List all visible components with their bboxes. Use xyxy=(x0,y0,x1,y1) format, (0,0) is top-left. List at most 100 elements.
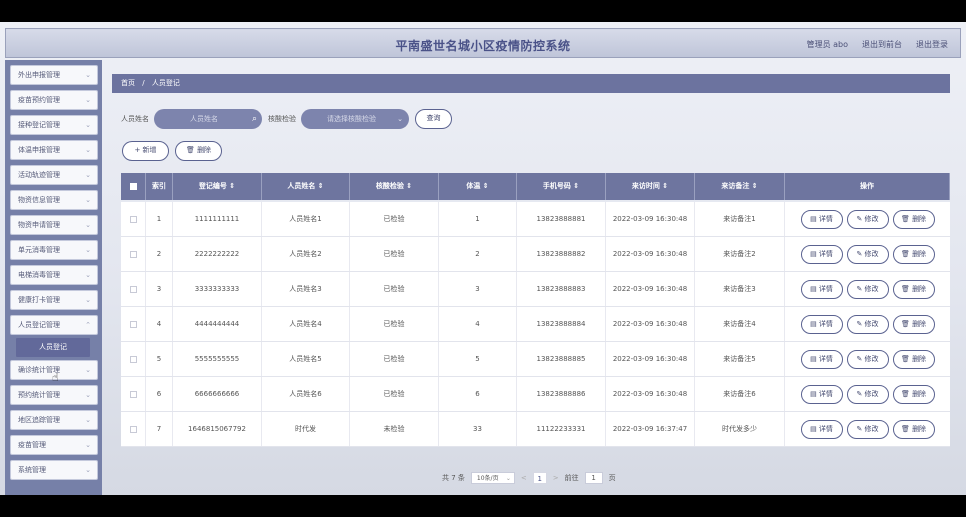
cell-person-name: 人员姓名1 xyxy=(262,202,350,236)
col-person-name[interactable]: 人员姓名 ⇕ xyxy=(262,173,350,200)
sidebar-item-region-tracking[interactable]: 地区追踪管理 ⌄ xyxy=(10,410,98,430)
row-delete-button[interactable]: 🗑 删除 xyxy=(892,280,935,299)
row-delete-button[interactable]: 🗑 删除 xyxy=(892,315,935,334)
top-header: 平南盛世名城小区疫情防控系统 管理员 abo 退出到前台 退出登录 xyxy=(5,28,961,58)
sidebar-item-booking-stats[interactable]: 预约统计管理 ⌄ xyxy=(10,385,98,405)
cell-temperature: 4 xyxy=(439,307,517,341)
cell-temperature: 1 xyxy=(439,202,517,236)
cell-phone: 13823888885 xyxy=(517,342,606,376)
edit-button[interactable]: ✎ 修改 xyxy=(846,385,889,404)
sidebar-item-supplies[interactable]: 物资信息管理 ⌄ xyxy=(10,190,98,210)
detail-button[interactable]: ▤ 详情 xyxy=(800,245,843,264)
pencil-icon: ✎ xyxy=(856,425,863,433)
row-delete-button[interactable]: 🗑 删除 xyxy=(892,420,935,439)
select-all-checkbox[interactable] xyxy=(121,173,146,200)
add-button[interactable]: + 新增 xyxy=(122,141,169,161)
row-checkbox[interactable] xyxy=(121,307,146,341)
chevron-up-icon: ⌃ xyxy=(85,321,91,329)
row-delete-button[interactable]: 🗑 删除 xyxy=(892,245,935,264)
sidebar-item-label: 外出申报管理 xyxy=(18,71,60,79)
delete-label: 删除 xyxy=(912,285,927,293)
col-registration-no[interactable]: 登记编号 ⇕ xyxy=(173,173,262,200)
exit-to-frontend-link[interactable]: 退出到前台 xyxy=(862,39,902,50)
chevron-down-icon: ⌄ xyxy=(85,96,91,104)
edit-label: 修改 xyxy=(864,390,879,398)
goto-page-input[interactable]: 1 xyxy=(584,472,603,484)
cell-index: 5 xyxy=(146,342,173,376)
detail-button[interactable]: ▤ 详情 xyxy=(800,210,843,229)
detail-label: 详情 xyxy=(818,215,833,223)
sidebar-item-temperature[interactable]: 体温申报管理 ⌄ xyxy=(10,140,98,160)
pencil-icon: ✎ xyxy=(856,250,863,258)
col-temperature[interactable]: 体温 ⇕ xyxy=(439,173,517,200)
row-checkbox[interactable] xyxy=(121,237,146,271)
sidebar-item-trajectory[interactable]: 活动轨迹管理 ⌄ xyxy=(10,165,98,185)
edit-button[interactable]: ✎ 修改 xyxy=(846,280,889,299)
next-page-button[interactable]: > xyxy=(553,474,559,482)
col-nucleic-test[interactable]: 核酸检验 ⇕ xyxy=(350,173,439,200)
check-select-placeholder: 请选择核酸检验 xyxy=(327,115,376,123)
sidebar-item-outing[interactable]: 外出申报管理 ⌄ xyxy=(10,65,98,85)
sidebar-subitem-person-registration[interactable]: 人员登记 xyxy=(16,338,90,357)
row-checkbox[interactable] xyxy=(121,412,146,446)
edit-label: 修改 xyxy=(864,320,879,328)
row-checkbox[interactable] xyxy=(121,342,146,376)
edit-button[interactable]: ✎ 修改 xyxy=(846,350,889,369)
trash-icon: 🗑 xyxy=(185,146,195,154)
delete-button[interactable]: 🗑 删除 xyxy=(175,141,222,161)
row-checkbox[interactable] xyxy=(121,202,146,236)
chevron-down-icon: ⌄ xyxy=(85,221,91,229)
row-delete-button[interactable]: 🗑 删除 xyxy=(892,385,935,404)
sidebar-item-vaccination[interactable]: 接种登记管理 ⌄ xyxy=(10,115,98,135)
sidebar-item-vaccine-booking[interactable]: 疫苗预约管理 ⌄ xyxy=(10,90,98,110)
sidebar-item-vaccine[interactable]: 疫苗管理 ⌄ xyxy=(10,435,98,455)
detail-button[interactable]: ▤ 详情 xyxy=(800,385,843,404)
edit-button[interactable]: ✎ 修改 xyxy=(846,315,889,334)
row-delete-button[interactable]: 🗑 删除 xyxy=(892,210,935,229)
sidebar-item-label: 疫苗管理 xyxy=(18,441,46,449)
sidebar-item-person-registration[interactable]: 人员登记管理 ⌃ xyxy=(10,315,98,335)
current-page[interactable]: 1 xyxy=(532,472,547,484)
breadcrumb-home[interactable]: 首页 xyxy=(121,79,135,87)
row-checkbox[interactable] xyxy=(121,272,146,306)
name-label: 人员姓名 xyxy=(121,115,149,123)
sidebar-item-elevator-disinfection[interactable]: 电梯消毒管理 ⌄ xyxy=(10,265,98,285)
col-phone[interactable]: 手机号码 ⇕ xyxy=(517,173,606,200)
detail-button[interactable]: ▤ 详情 xyxy=(800,420,843,439)
detail-button[interactable]: ▤ 详情 xyxy=(800,350,843,369)
detail-label: 详情 xyxy=(818,250,833,258)
cell-person-name: 人员姓名6 xyxy=(262,377,350,411)
detail-button[interactable]: ▤ 详情 xyxy=(800,280,843,299)
cell-visit-time: 2022-03-09 16:30:48 xyxy=(606,342,695,376)
cell-nucleic-test: 已检验 xyxy=(350,272,439,306)
detail-button[interactable]: ▤ 详情 xyxy=(800,315,843,334)
checkbox-icon xyxy=(129,320,137,328)
col-visit-time[interactable]: 来访时间 ⇕ xyxy=(606,173,695,200)
page-size-select[interactable]: 10条/页 ⌄ xyxy=(470,472,515,484)
edit-button[interactable]: ✎ 修改 xyxy=(846,245,889,264)
sidebar-item-health-checkin[interactable]: 健康打卡管理 ⌄ xyxy=(10,290,98,310)
name-search-input[interactable]: 人员姓名 ⌕ xyxy=(154,109,262,129)
admin-user-link[interactable]: 管理员 abo xyxy=(807,39,848,50)
cell-person-name: 人员姓名4 xyxy=(262,307,350,341)
checkbox-icon xyxy=(129,425,137,433)
delete-label: 删除 xyxy=(912,390,927,398)
logout-link[interactable]: 退出登录 xyxy=(916,39,948,50)
sidebar-item-unit-disinfection[interactable]: 单元消毒管理 ⌄ xyxy=(10,240,98,260)
delete-label: 删除 xyxy=(912,215,927,223)
search-button[interactable]: 查询 xyxy=(415,109,452,129)
cell-registration-no: 2222222222 xyxy=(173,237,262,271)
row-checkbox[interactable] xyxy=(121,377,146,411)
edit-button[interactable]: ✎ 修改 xyxy=(846,210,889,229)
check-label: 核酸检验 xyxy=(268,115,296,123)
sidebar-item-label: 单元消毒管理 xyxy=(18,246,60,254)
edit-button[interactable]: ✎ 修改 xyxy=(846,420,889,439)
cell-phone: 13823888882 xyxy=(517,237,606,271)
row-delete-button[interactable]: 🗑 删除 xyxy=(892,350,935,369)
check-select[interactable]: 请选择核酸检验 ⌄ xyxy=(301,109,409,129)
sidebar-item-system[interactable]: 系统管理 ⌄ xyxy=(10,460,98,480)
cell-index: 1 xyxy=(146,202,173,236)
col-visit-note[interactable]: 来访备注 ⇕ xyxy=(695,173,785,200)
prev-page-button[interactable]: < xyxy=(521,474,527,482)
sidebar-item-supply-request[interactable]: 物资申请管理 ⌄ xyxy=(10,215,98,235)
